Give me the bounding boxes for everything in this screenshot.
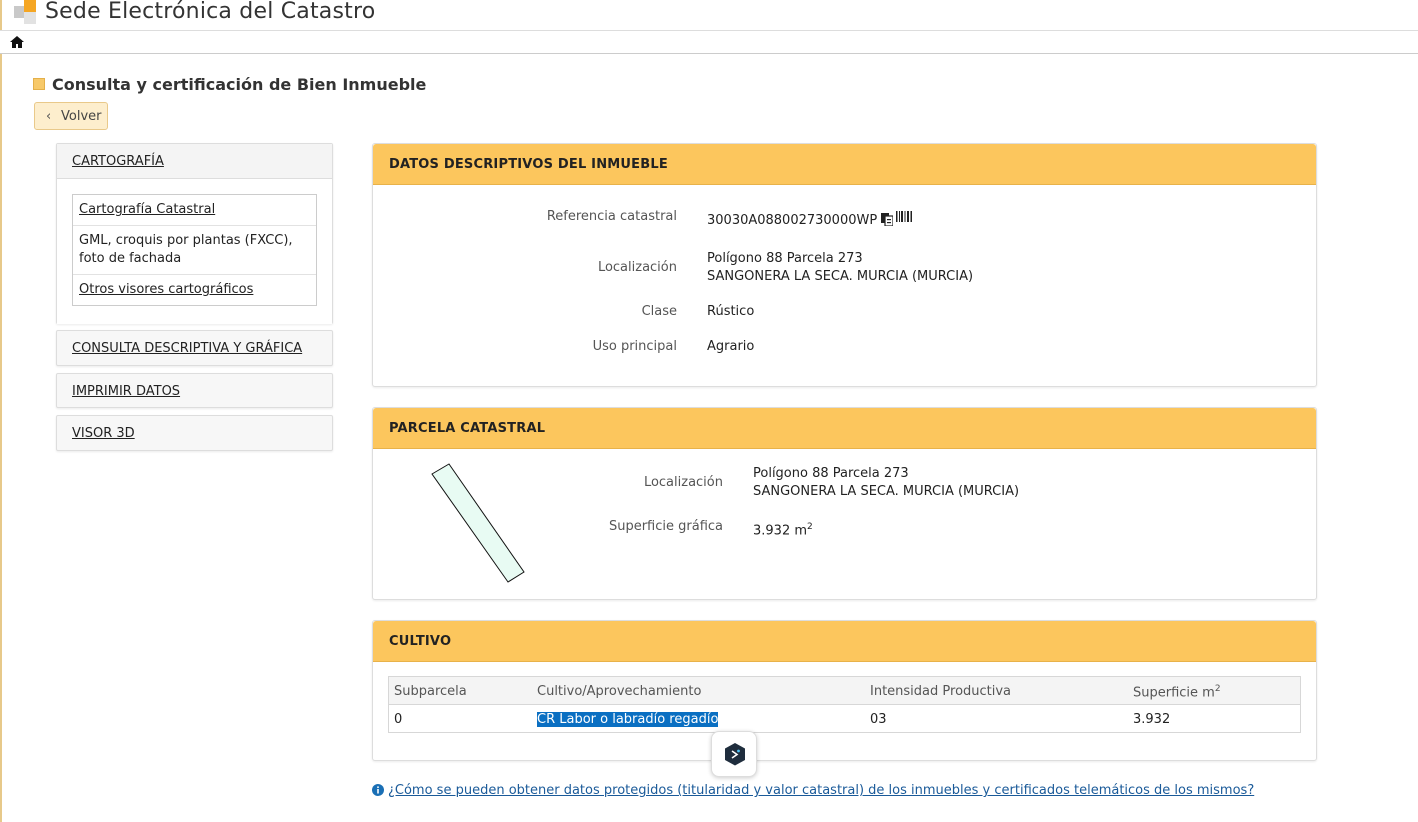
sidebar-item-cartografia[interactable]: CARTOGRAFÍA: [72, 154, 164, 169]
app-title: Sede Electrónica del Catastro: [45, 0, 376, 24]
info-icon: [372, 784, 384, 796]
navbar: [0, 30, 1418, 54]
home-icon[interactable]: [10, 36, 24, 48]
link-otros-visores[interactable]: Otros visores cartográficos: [79, 282, 253, 297]
table-row: 0 CR Labor o labradío regadío 03 3.932: [389, 705, 1300, 732]
cultivo-heading: CULTIVO: [373, 621, 1316, 662]
uso-principal-value: Agrario: [707, 339, 755, 354]
clase-label: Clase: [641, 304, 677, 319]
copy-icon[interactable]: [881, 213, 894, 226]
clase-value: Rústico: [707, 304, 755, 319]
barcode-icon[interactable]: [896, 211, 912, 222]
ref-catastral-label: Referencia catastral: [546, 209, 677, 224]
parcela-catastral-heading: PARCELA CATASTRAL: [373, 408, 1316, 449]
cultivo-table: Subparcela Cultivo/Aprovechamiento Inten…: [388, 676, 1301, 733]
page-title: Consulta y certificación de Bien Inmuebl…: [52, 75, 427, 94]
superficie-grafica-value: 3.932 m2: [753, 518, 813, 540]
col-superficie-sup: 2: [1214, 684, 1221, 694]
back-button[interactable]: ‹ Volver: [34, 102, 108, 130]
localizacion-line1: Polígono 88 Parcela 273: [707, 251, 863, 266]
chat-assistant-icon: [725, 743, 745, 766]
sidebar-imprimir-panel: IMPRIMIR DATOS: [56, 373, 333, 408]
ref-catastral-value: 30030A088002730000WP: [707, 213, 878, 228]
cell-subparcela: 0: [394, 712, 403, 727]
left-edge-border: [0, 0, 2, 822]
cartografia-sublist: Cartografía Catastral GML, croquis por p…: [72, 194, 317, 306]
col-subparcela: Subparcela: [394, 684, 467, 699]
sidebar-item-consulta[interactable]: CONSULTA DESCRIPTIVA Y GRÁFICA: [72, 341, 302, 356]
app-header: Sede Electrónica del Catastro: [0, 0, 1418, 30]
superficie-grafica-number: 3.932 m: [753, 523, 808, 539]
chevron-left-icon: ‹: [46, 109, 52, 124]
col-superficie: Superficie m2: [1133, 684, 1221, 700]
localizacion-line2: SANGONERA LA SECA. MURCIA (MURCIA): [707, 269, 974, 284]
parcela-localizacion-line1: Polígono 88 Parcela 273: [753, 466, 909, 481]
cell-cultivo: CR Labor o labradío regadío: [537, 712, 719, 727]
parcel-shape-drawing[interactable]: [430, 462, 530, 587]
sidebar-item-visor-3d[interactable]: VISOR 3D: [72, 426, 135, 441]
sidebar-visor-panel: VISOR 3D: [56, 415, 333, 451]
superficie-grafica-label: Superficie gráfica: [608, 519, 723, 534]
back-button-label: Volver: [61, 109, 102, 124]
localizacion-value: Polígono 88 Parcela 273 SANGONERA LA SEC…: [707, 250, 973, 286]
sidebar-item-imprimir[interactable]: IMPRIMIR DATOS: [72, 384, 180, 399]
parcela-localizacion-line2: SANGONERA LA SECA. MURCIA (MURCIA): [753, 484, 1020, 499]
parcela-localizacion-label: Localización: [643, 475, 723, 490]
superficie-grafica-unit-sup: 2: [807, 522, 813, 532]
datos-descriptivos-heading: DATOS DESCRIPTIVOS DEL INMUEBLE: [373, 144, 1316, 185]
cell-superficie: 3.932: [1133, 712, 1171, 727]
parcela-localizacion-value: Polígono 88 Parcela 273 SANGONERA LA SEC…: [753, 465, 1019, 501]
page-title-marker: [33, 78, 45, 90]
chat-assistant-button[interactable]: [711, 731, 757, 777]
link-cartografia-catastral[interactable]: Cartografía Catastral: [79, 202, 215, 217]
col-superficie-label: Superficie m: [1133, 685, 1215, 701]
sidebar-cartografia-panel: CARTOGRAFÍA Cartografía Catastral GML, c…: [56, 143, 333, 324]
uso-principal-label: Uso principal: [592, 339, 677, 354]
link-gml-croquis[interactable]: GML, croquis por plantas (FXCC), foto de…: [73, 226, 316, 275]
datos-protegidos-link[interactable]: ¿Cómo se pueden obtener datos protegidos…: [388, 783, 1254, 798]
localizacion-label: Localización: [597, 260, 677, 275]
cell-intensidad: 03: [870, 712, 887, 727]
cultivo-table-header: Subparcela Cultivo/Aprovechamiento Inten…: [389, 677, 1300, 705]
col-cultivo: Cultivo/Aprovechamiento: [537, 684, 702, 699]
catastro-logo: [14, 0, 38, 24]
sidebar-consulta-panel: CONSULTA DESCRIPTIVA Y GRÁFICA: [56, 330, 333, 366]
col-intensidad: Intensidad Productiva: [870, 684, 1012, 699]
